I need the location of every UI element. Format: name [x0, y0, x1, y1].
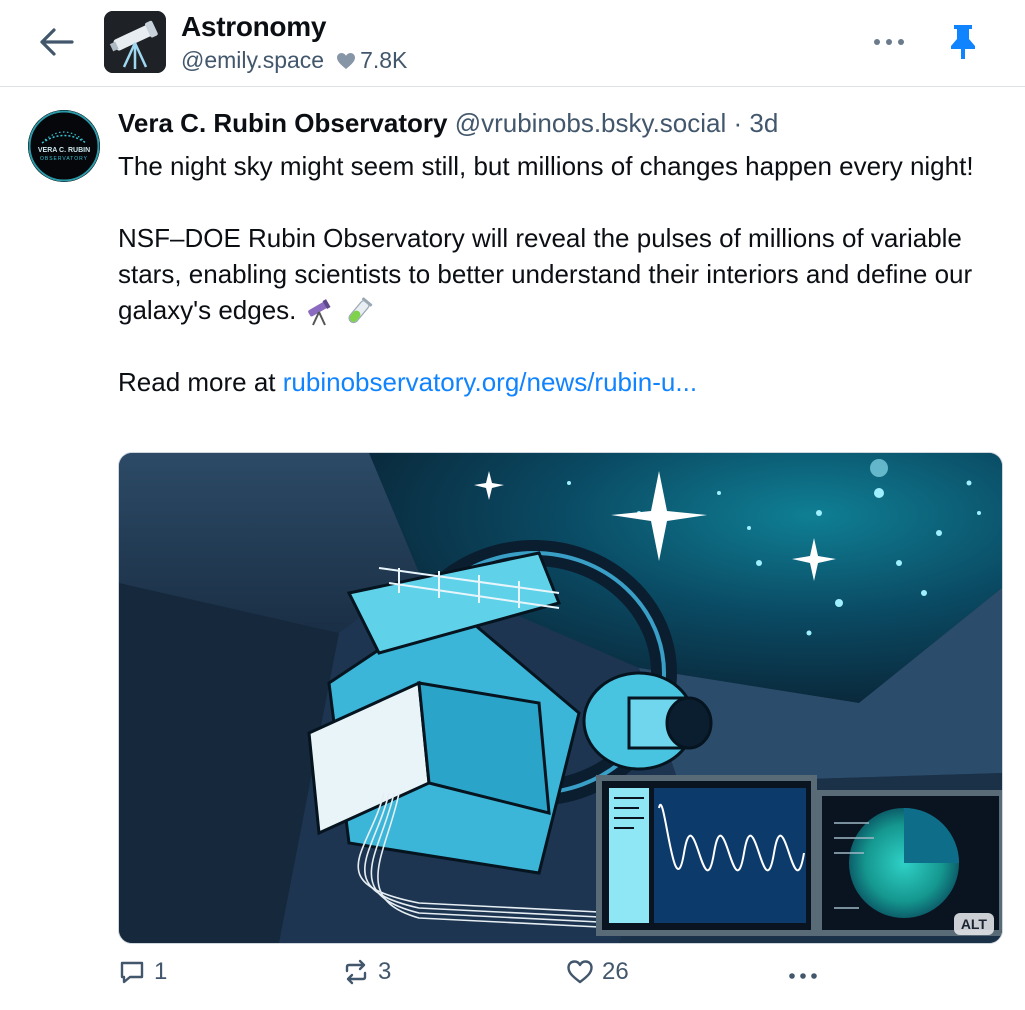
like-button[interactable]: 26 [566, 958, 629, 986]
alt-text-badge[interactable]: ALT [953, 913, 994, 935]
logo-text-line2: OBSERVATORY [40, 156, 88, 162]
post-paragraph-1: The night sky might seem still, but mill… [118, 151, 974, 181]
feed-avatar[interactable] [104, 11, 166, 73]
reply-count: 1 [154, 958, 168, 985]
post-actions: 1 3 26 [118, 958, 1008, 994]
heart-icon [567, 960, 593, 984]
post-header: Vera C. Rubin Observatory @vrubinobs.bsk… [118, 108, 778, 139]
pin-icon[interactable] [944, 22, 982, 62]
separator-dot: · [733, 108, 743, 138]
back-arrow-icon[interactable] [36, 25, 76, 59]
post-paragraph-2: NSF–DOE Rubin Observatory will reveal th… [118, 220, 1008, 328]
post-timestamp[interactable]: 3d [749, 108, 778, 138]
feed-byline: @emily.space 7.8K [181, 47, 407, 74]
logo-text-line1: VERA C. RUBIN [38, 147, 90, 154]
feed-header: Astronomy @emily.space 7.8K [0, 0, 1025, 87]
more-options-icon[interactable] [868, 30, 910, 54]
telescope-icon [104, 11, 166, 73]
test-tube-emoji [348, 297, 373, 324]
like-count: 26 [602, 958, 629, 985]
read-more-line: Read more at rubinobservatory.org/news/r… [118, 364, 1008, 400]
read-more-prefix: Read more at [118, 367, 276, 397]
repost-button[interactable]: 3 [342, 958, 391, 986]
observatory-illustration [119, 453, 1002, 943]
author-name[interactable]: Vera C. Rubin Observatory [118, 108, 447, 138]
post-author-avatar[interactable]: VERA C. RUBIN OBSERVATORY [28, 110, 100, 182]
feed-like-count: 7.8K [360, 47, 408, 73]
observatory-logo: VERA C. RUBIN OBSERVATORY [28, 110, 100, 182]
author-handle[interactable]: @vrubinobs.bsky.social [455, 108, 727, 138]
feed-creator-handle[interactable]: @emily.space [181, 47, 324, 74]
repost-count: 3 [378, 958, 392, 985]
post-body: The night sky might seem still, but mill… [118, 148, 1008, 400]
post-image[interactable]: ALT [118, 452, 1003, 944]
article-link[interactable]: rubinobservatory.org/news/rubin-u... [283, 367, 697, 397]
heart-filled-icon [337, 52, 356, 69]
post-more-options-icon[interactable] [786, 964, 820, 988]
reply-icon [120, 961, 144, 984]
repost-icon [345, 959, 367, 985]
post-paragraph-2-text: NSF–DOE Rubin Observatory will reveal th… [118, 223, 973, 325]
telescope-emoji [307, 299, 331, 326]
feed-title: Astronomy [181, 11, 327, 42]
reply-button[interactable]: 1 [118, 958, 167, 986]
